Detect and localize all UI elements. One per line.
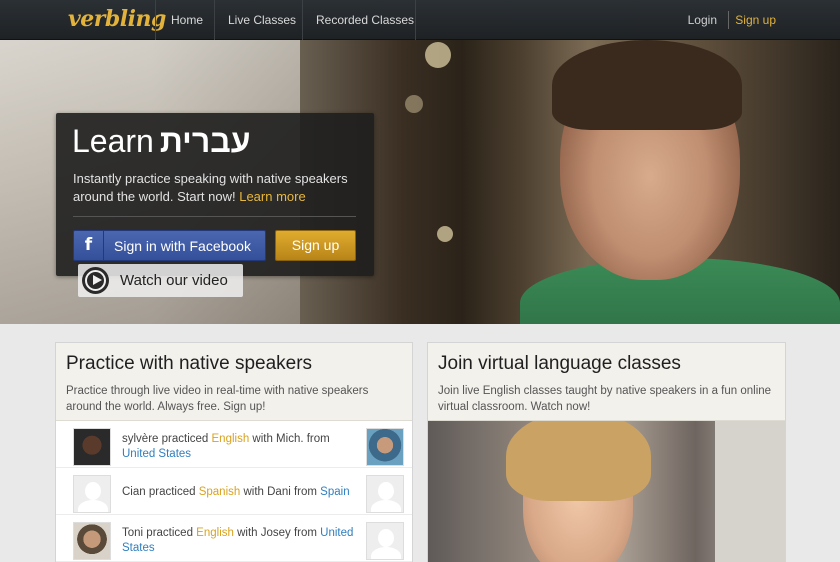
facebook-signin-button[interactable]: f Sign in with Facebook (73, 230, 266, 261)
partner-text: with Mich. from (249, 433, 330, 445)
nav-divider (302, 0, 303, 40)
play-circle-icon (82, 267, 109, 294)
hero-bokeh-light (405, 95, 423, 113)
nav-divider (415, 0, 416, 40)
student-name: Cian (122, 486, 146, 498)
watch-video-button[interactable]: Watch our video (78, 264, 243, 297)
hero-signup-button[interactable]: Sign up (275, 230, 356, 261)
hero-banner: Learn עברית Instantly practice speaking w… (0, 40, 840, 324)
student-name: Toni (122, 527, 144, 539)
learn-heading: Learn עברית (72, 123, 251, 160)
classes-description: Join live English classes taught by nati… (438, 385, 772, 413)
language-link[interactable]: Spanish (199, 486, 241, 498)
practice-panel: Practice with native speakers Practice t… (55, 342, 413, 562)
partner-text: with Dani from (240, 486, 321, 498)
student-avatar[interactable] (73, 428, 111, 466)
nav-home-link[interactable]: Home (171, 13, 203, 27)
student-avatar[interactable] (73, 522, 111, 560)
partner-avatar[interactable] (366, 428, 404, 466)
activity-text: Toni practiced English with Josey from U… (122, 526, 357, 556)
language-link[interactable]: English (212, 433, 250, 445)
user-silhouette-icon[interactable] (73, 475, 111, 513)
classes-panel: Join virtual language classes Join live … (427, 342, 786, 562)
nav-divider (155, 0, 156, 40)
practice-description: Practice through live video in real-time… (66, 385, 369, 413)
practice-panel-header: Practice with native speakers Practice t… (56, 343, 412, 421)
language-link[interactable]: English (196, 527, 234, 539)
nav-divider (214, 0, 215, 40)
teacher-hair (506, 421, 651, 501)
hero-tagline: Instantly practice speaking with native … (73, 170, 368, 206)
activity-text: Cian practiced Spanish with Dani from Sp… (122, 485, 357, 500)
login-link[interactable]: Login (688, 13, 717, 27)
signin-box: Learn עברית Instantly practice speaking w… (56, 113, 374, 276)
signin-divider (73, 216, 356, 217)
user-silhouette-icon[interactable] (366, 522, 404, 560)
hero-bokeh-light (437, 226, 453, 242)
activity-row: Toni practiced English with Josey from U… (56, 515, 412, 562)
facebook-f-icon: f (74, 231, 104, 260)
learn-word: Learn (72, 123, 154, 159)
activity-verb: practiced (145, 486, 199, 498)
activity-text: sylvère practiced English with Mich. fro… (122, 432, 357, 462)
place-link[interactable]: United States (122, 448, 191, 460)
partner-text: with Josey from (233, 527, 321, 539)
language-name: עברית (159, 123, 251, 159)
activity-row: sylvère practiced English with Mich. fro… (56, 421, 412, 468)
activity-verb: practiced (143, 527, 197, 539)
activity-list: sylvère practiced English with Mich. fro… (56, 421, 412, 562)
classes-panel-header: Join virtual language classes Join live … (428, 343, 785, 421)
class-video-preview[interactable] (428, 421, 785, 562)
watch-video-label: Watch our video (120, 272, 228, 289)
place-link[interactable]: Spain (320, 486, 349, 498)
tagline-text: Instantly practice speaking with native … (73, 171, 348, 204)
user-silhouette-icon[interactable] (366, 475, 404, 513)
activity-row: Cian practiced Spanish with Dani from Sp… (56, 468, 412, 515)
nav-pipe-divider (728, 11, 729, 29)
hero-bokeh-light (425, 42, 451, 68)
nav-live-classes-link[interactable]: Live Classes (228, 13, 296, 27)
verbling-logo[interactable]: verbling (68, 6, 166, 32)
facebook-signin-label: Sign in with Facebook (114, 238, 251, 254)
practice-title: Practice with native speakers (66, 353, 313, 374)
nav-recorded-classes-link[interactable]: Recorded Classes (316, 13, 414, 27)
nav-signup-link[interactable]: Sign up (735, 13, 776, 27)
hero-person-hair (552, 40, 742, 130)
learn-more-link[interactable]: Learn more (239, 189, 305, 204)
classes-title: Join virtual language classes (438, 353, 681, 374)
student-name: sylvère (122, 433, 159, 445)
activity-verb: practiced (158, 433, 212, 445)
top-nav: verbling Home Live Classes Recorded Clas… (0, 0, 840, 40)
video-background-curtain (715, 421, 785, 562)
